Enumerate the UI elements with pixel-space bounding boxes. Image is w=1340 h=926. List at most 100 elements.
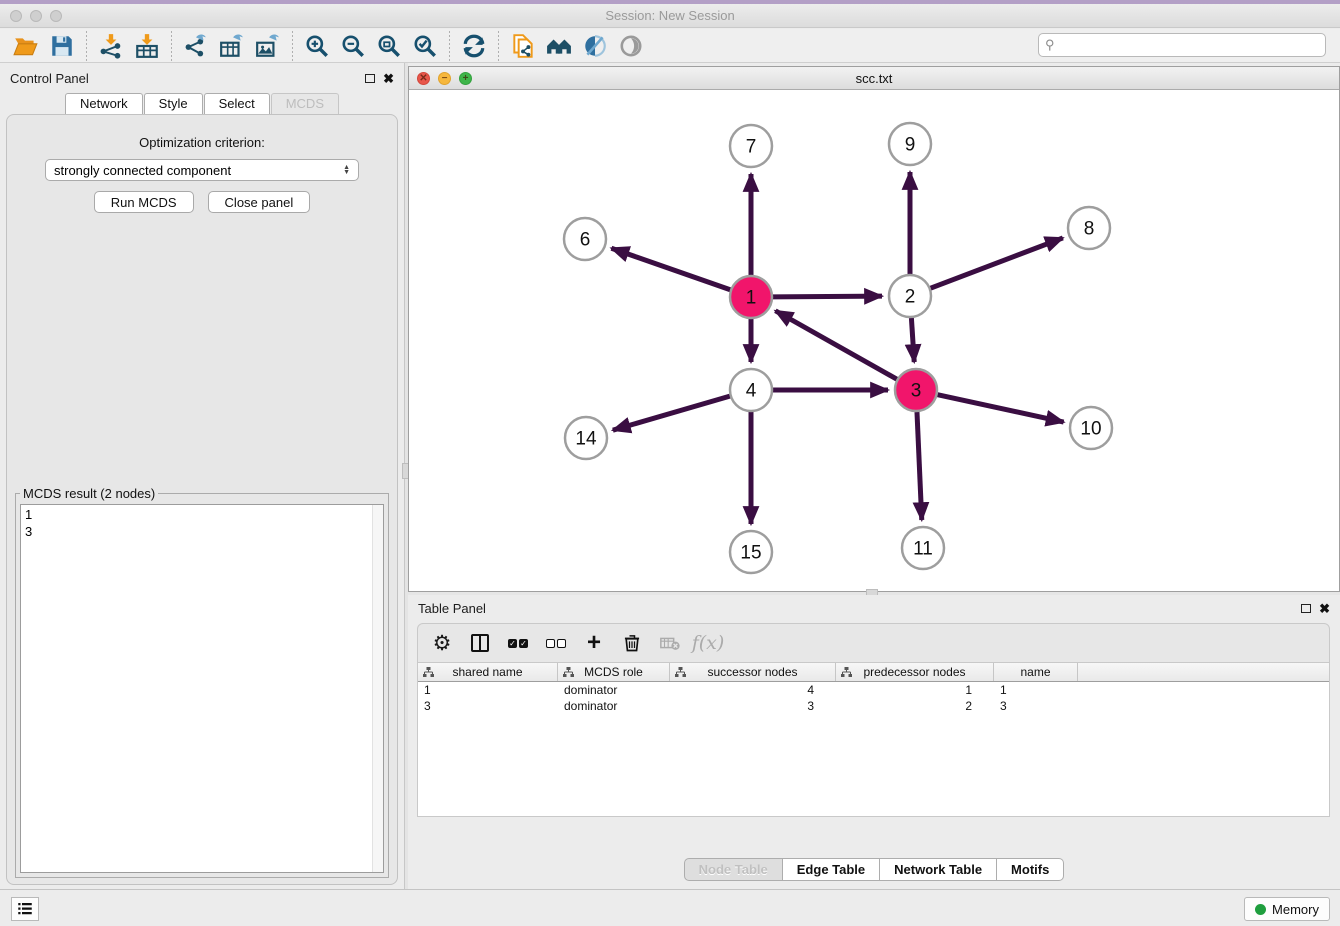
app-zoom-button[interactable] (50, 10, 62, 22)
svg-text:2: 2 (905, 287, 916, 308)
column-header-predecessor-nodes[interactable]: predecessor nodes (836, 663, 994, 681)
main-toolbar: ⚲ (0, 29, 1340, 63)
graph-node-9[interactable]: 9 (889, 123, 931, 165)
search-field[interactable]: ⚲ (1038, 33, 1326, 57)
mcds-result-scrollbar[interactable] (372, 505, 383, 872)
column-header-MCDS-role[interactable]: MCDS role (558, 663, 670, 681)
hide-style-icon[interactable] (577, 31, 613, 61)
tab-style[interactable]: Style (144, 93, 203, 114)
tab-mcds[interactable]: MCDS (271, 93, 339, 114)
show-columns-icon[interactable] (468, 631, 492, 655)
cell-successor-nodes[interactable]: 4 (670, 682, 836, 698)
export-network-icon[interactable] (178, 31, 214, 61)
close-panel-button[interactable]: Close panel (208, 191, 311, 213)
column-header-successor-nodes[interactable]: successor nodes (670, 663, 836, 681)
show-graphics-icon[interactable] (613, 31, 649, 61)
svg-text:8: 8 (1084, 219, 1095, 240)
unselect-all-columns-icon[interactable] (544, 631, 568, 655)
close-table-panel-icon[interactable]: ✖ (1319, 602, 1330, 615)
network-maximize-button[interactable]: + (459, 72, 472, 85)
export-table-icon[interactable] (214, 31, 250, 61)
edge-1-2[interactable] (773, 296, 882, 297)
import-network-icon[interactable] (93, 31, 129, 61)
settings-gear-icon[interactable]: ⚙ (430, 631, 454, 655)
zoom-out-icon[interactable] (335, 31, 371, 61)
open-folder-icon[interactable] (8, 31, 44, 61)
cell-shared-name[interactable]: 1 (418, 682, 558, 698)
edge-4-14[interactable] (613, 396, 730, 430)
graph-node-15[interactable]: 15 (730, 531, 772, 573)
graph-node-6[interactable]: 6 (564, 218, 606, 260)
app-close-button[interactable] (10, 10, 22, 22)
home-icon[interactable] (541, 31, 577, 61)
apply-layout-icon[interactable] (456, 31, 492, 61)
toolbar-divider (449, 31, 450, 61)
graph-node-3[interactable]: 3 (895, 369, 937, 411)
graph-node-1[interactable]: 1 (730, 276, 772, 318)
network-canvas[interactable]: 7 9 6 8 1 2 4 3 14 10 15 11 (409, 90, 1339, 591)
tab-node-table[interactable]: Node Table (684, 858, 783, 881)
clone-network-icon[interactable] (505, 31, 541, 61)
run-mcds-button[interactable]: Run MCDS (94, 191, 194, 213)
edge-2-3[interactable] (911, 318, 914, 362)
optimization-criterion-dropdown[interactable]: strongly connected component ▲▼ (45, 159, 359, 181)
tab-edge-table[interactable]: Edge Table (783, 858, 880, 881)
column-header-shared-name[interactable]: shared name (418, 663, 558, 681)
svg-text:4: 4 (746, 381, 757, 402)
search-input[interactable] (1059, 38, 1319, 52)
graph-node-14[interactable]: 14 (565, 417, 607, 459)
graph-node-4[interactable]: 4 (730, 369, 772, 411)
cell-name[interactable]: 1 (994, 682, 1078, 698)
graph-node-10[interactable]: 10 (1070, 407, 1112, 449)
control-panel-tabs: NetworkStyleSelectMCDS (0, 93, 404, 114)
add-column-icon[interactable]: + (582, 631, 606, 655)
edge-3-11[interactable] (917, 412, 922, 520)
memory-button[interactable]: Memory (1244, 897, 1330, 921)
table-body: 1dominator4113dominator323 (418, 682, 1329, 714)
export-image-icon[interactable] (250, 31, 286, 61)
import-table-icon[interactable] (129, 31, 165, 61)
close-panel-icon[interactable]: ✖ (383, 72, 394, 85)
cell-successor-nodes[interactable]: 3 (670, 698, 836, 714)
network-graph: 7 9 6 8 1 2 4 3 14 10 15 11 (409, 90, 1339, 592)
zoom-in-icon[interactable] (299, 31, 335, 61)
network-window-titlebar[interactable]: ✕ − + scc.txt (409, 67, 1339, 90)
column-header-name[interactable]: name (994, 663, 1078, 681)
task-history-button[interactable] (11, 897, 39, 921)
tab-select[interactable]: Select (204, 93, 270, 114)
app-minimize-button[interactable] (30, 10, 42, 22)
zoom-selected-icon[interactable] (407, 31, 443, 61)
cell-shared-name[interactable]: 3 (418, 698, 558, 714)
cell-predecessor-nodes[interactable]: 1 (836, 682, 994, 698)
zoom-fit-icon[interactable] (371, 31, 407, 61)
mcds-result-text[interactable]: 1 3 (20, 504, 384, 873)
cell-name[interactable]: 3 (994, 698, 1078, 714)
tab-network[interactable]: Network (65, 93, 143, 114)
float-panel-icon[interactable] (365, 74, 375, 83)
save-icon[interactable] (44, 31, 80, 61)
tab-motifs[interactable]: Motifs (997, 858, 1064, 881)
edge-3-10[interactable] (937, 395, 1063, 422)
edge-2-8[interactable] (931, 238, 1063, 288)
graph-node-2[interactable]: 2 (889, 275, 931, 317)
cell-predecessor-nodes[interactable]: 2 (836, 698, 994, 714)
svg-text:9: 9 (905, 135, 916, 156)
application-window: Session: New Session (0, 0, 1340, 926)
edge-3-1[interactable] (775, 311, 896, 379)
cell-MCDS-role[interactable]: dominator (558, 682, 670, 698)
graph-node-8[interactable]: 8 (1068, 207, 1110, 249)
edge-1-6[interactable] (611, 248, 730, 290)
cell-MCDS-role[interactable]: dominator (558, 698, 670, 714)
float-table-panel-icon[interactable] (1301, 604, 1311, 613)
svg-text:1: 1 (746, 288, 757, 309)
select-all-columns-icon[interactable]: ✓✓ (506, 631, 530, 655)
network-view-window: ✕ − + scc.txt 7 9 6 8 1 2 4 3 14 10 15 11 (408, 66, 1340, 592)
delete-columns-icon[interactable] (620, 631, 644, 655)
graph-node-7[interactable]: 7 (730, 125, 772, 167)
table-row[interactable]: 1dominator411 (418, 682, 1329, 698)
tab-network-table[interactable]: Network Table (880, 858, 997, 881)
network-minimize-button[interactable]: − (438, 72, 451, 85)
table-row[interactable]: 3dominator323 (418, 698, 1329, 714)
graph-node-11[interactable]: 11 (902, 527, 944, 569)
network-close-button[interactable]: ✕ (417, 72, 430, 85)
